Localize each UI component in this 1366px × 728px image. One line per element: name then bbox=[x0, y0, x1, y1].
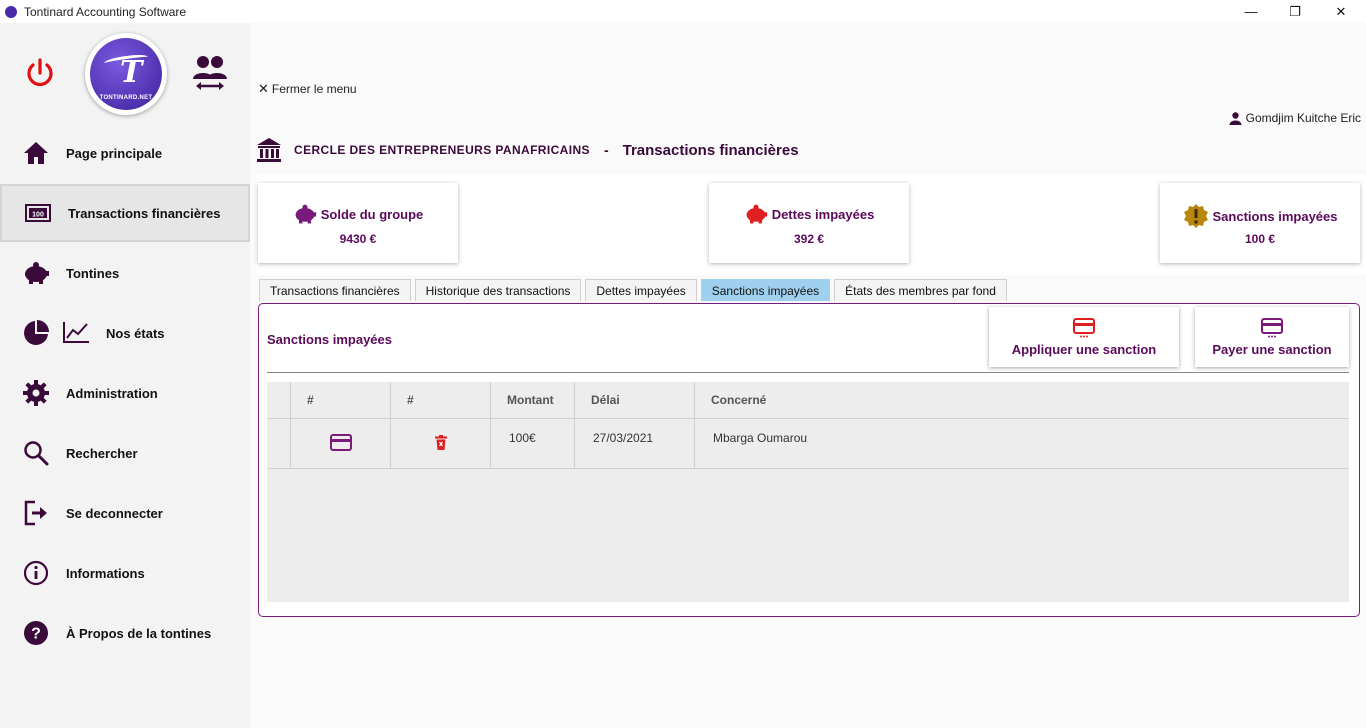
piggy-bank-icon bbox=[746, 204, 767, 224]
sidebar-item-home[interactable]: Page principale bbox=[0, 124, 250, 182]
summary-cards: Solde du groupe 9430 € Dettes impayées 3… bbox=[256, 175, 1366, 275]
app-icon bbox=[5, 5, 17, 18]
info-icon bbox=[22, 559, 50, 587]
power-icon[interactable] bbox=[22, 55, 58, 91]
tab-transactions[interactable]: Transactions financières bbox=[259, 279, 411, 301]
title-bar: Tontinard Accounting Software — ❐ ✕ bbox=[0, 0, 1366, 23]
app-logo: T TONTINARD.NET bbox=[85, 33, 167, 115]
svg-text:?: ? bbox=[31, 626, 41, 643]
sidebar-item-informations[interactable]: Informations bbox=[0, 544, 250, 602]
unpaid-sanctions-card: Sanctions impayées 100 € bbox=[1160, 183, 1360, 263]
row-header-cell bbox=[267, 382, 291, 418]
column-header[interactable]: Délai bbox=[575, 382, 695, 418]
tab-member-states[interactable]: États des membres par fond bbox=[834, 279, 1007, 301]
piggy-bank-icon bbox=[295, 204, 316, 224]
money-icon: 100 bbox=[24, 199, 52, 227]
column-header[interactable]: # bbox=[291, 382, 391, 418]
heading-separator: - bbox=[603, 142, 609, 158]
column-header[interactable]: Concerné bbox=[695, 382, 1349, 418]
sidebar: T TONTINARD.NET Page principale 100 Tran… bbox=[0, 23, 250, 728]
column-header[interactable]: # bbox=[391, 382, 491, 418]
sidebar-item-search[interactable]: Rechercher bbox=[0, 424, 250, 482]
piggy-bank-icon bbox=[22, 259, 50, 287]
restore-button[interactable]: ❐ bbox=[1272, 0, 1318, 23]
tab-bar: Transactions financières Historique des … bbox=[259, 279, 1011, 301]
close-button[interactable]: ✕ bbox=[1318, 0, 1364, 23]
table-row[interactable]: 100€ 27/03/2021 Mbarga Oumarou bbox=[267, 419, 1349, 469]
sidebar-item-logout[interactable]: Se deconnecter bbox=[0, 484, 250, 542]
svg-text:100: 100 bbox=[32, 212, 44, 219]
credit-card-icon bbox=[1261, 317, 1283, 337]
home-icon bbox=[22, 139, 50, 167]
column-header[interactable]: Montant bbox=[491, 382, 575, 418]
tab-history[interactable]: Historique des transactions bbox=[414, 279, 582, 301]
minimize-button[interactable]: — bbox=[1228, 0, 1274, 23]
help-icon: ? bbox=[22, 619, 50, 647]
deadline-cell: 27/03/2021 bbox=[575, 419, 695, 468]
tab-unpaid-sanctions[interactable]: Sanctions impayées bbox=[700, 279, 831, 301]
grid-header: # # Montant Délai Concerné bbox=[267, 382, 1349, 419]
row-header-cell bbox=[267, 419, 291, 468]
search-icon bbox=[22, 439, 50, 467]
sanctions-panel: Sanctions impayées Appliquer une sanctio… bbox=[258, 303, 1360, 617]
close-icon: ✕ bbox=[258, 81, 269, 96]
sanctions-grid: # # Montant Délai Concerné 100€ 27/03/20… bbox=[267, 382, 1349, 602]
unpaid-sanctions-value: 100 € bbox=[1244, 232, 1276, 246]
group-balance-value: 9430 € bbox=[339, 232, 377, 246]
gear-icon bbox=[22, 379, 50, 407]
page-heading: CERCLE DES ENTREPRENEURS PANAFRICAINS - … bbox=[256, 137, 799, 163]
main-area: ✕ Fermer le menu Gomdjim Kuitche Eric CE… bbox=[250, 23, 1366, 728]
switch-user-icon[interactable] bbox=[191, 53, 229, 93]
logo-text: TONTINARD.NET bbox=[99, 95, 153, 101]
sidebar-item-administration[interactable]: Administration bbox=[0, 364, 250, 422]
delete-row-button[interactable] bbox=[391, 419, 491, 468]
unpaid-debts-value: 392 € bbox=[793, 232, 825, 246]
sidebar-item-tontines[interactable]: Tontines bbox=[0, 244, 250, 302]
sidebar-item-transactions[interactable]: 100 Transactions financières bbox=[0, 184, 250, 242]
logout-icon bbox=[22, 499, 50, 527]
current-user: Gomdjim Kuitche Eric bbox=[1229, 111, 1361, 125]
pay-row-button[interactable] bbox=[291, 419, 391, 468]
member-cell: Mbarga Oumarou bbox=[713, 431, 808, 445]
sidebar-item-nos-etats[interactable]: Nos états bbox=[0, 304, 250, 362]
trash-icon bbox=[434, 435, 447, 450]
organization-name: CERCLE DES ENTREPRENEURS PANAFRICAINS bbox=[294, 143, 590, 157]
close-menu-button[interactable]: ✕ Fermer le menu bbox=[258, 81, 357, 97]
credit-card-icon bbox=[1073, 317, 1095, 337]
warning-badge-icon bbox=[1183, 204, 1208, 228]
panel-title: Sanctions impayées bbox=[267, 332, 392, 347]
line-chart-icon bbox=[62, 320, 90, 347]
page-title: Transactions financières bbox=[622, 141, 799, 159]
apply-sanction-button[interactable]: Appliquer une sanction bbox=[989, 307, 1179, 367]
sidebar-item-about[interactable]: ? À Propos de la tontines bbox=[0, 604, 250, 662]
user-icon bbox=[1229, 111, 1242, 125]
pie-chart-icon bbox=[22, 319, 50, 347]
tab-unpaid-debts[interactable]: Dettes impayées bbox=[585, 279, 697, 301]
panel-divider bbox=[267, 372, 1349, 373]
pay-sanction-button[interactable]: Payer une sanction bbox=[1195, 307, 1349, 367]
credit-card-icon bbox=[329, 434, 352, 451]
amount-cell: 100€ bbox=[491, 419, 575, 468]
bank-icon bbox=[257, 138, 281, 162]
group-balance-card: Solde du groupe 9430 € bbox=[258, 183, 458, 263]
window-title: Tontinard Accounting Software bbox=[24, 4, 187, 19]
unpaid-debts-card: Dettes impayées 392 € bbox=[709, 183, 909, 263]
